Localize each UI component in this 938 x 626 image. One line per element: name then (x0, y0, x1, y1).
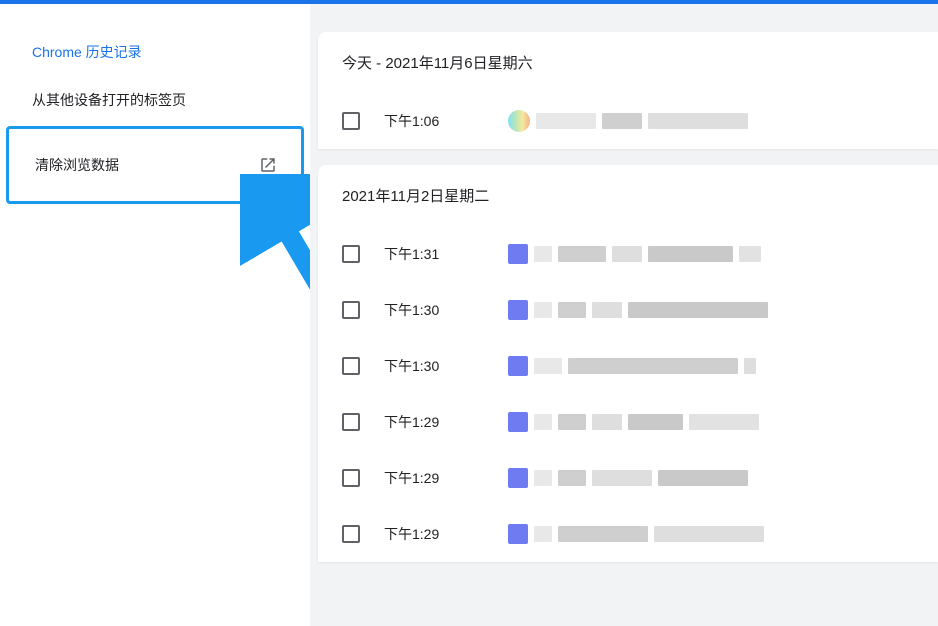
history-row-favicon (508, 244, 528, 264)
history-row-title-blurred (508, 412, 938, 432)
history-row-time: 下午1:31 (384, 244, 484, 264)
sidebar-item-chrome-history[interactable]: Chrome 历史记录 (0, 28, 310, 76)
clear-browsing-data-label: 清除浏览数据 (35, 155, 119, 175)
history-row-time: 下午1:29 (384, 412, 484, 432)
page-container: Chrome 历史记录 从其他设备打开的标签页 清除浏览数据 今天 - 2021… (0, 4, 938, 626)
blur-segment (592, 414, 622, 430)
history-row-title-blurred (508, 110, 938, 132)
blur-segment (628, 414, 683, 430)
history-row-favicon (508, 300, 528, 320)
blur-segment (602, 113, 642, 129)
sidebar: Chrome 历史记录 从其他设备打开的标签页 清除浏览数据 (0, 4, 310, 626)
history-row-checkbox[interactable] (342, 301, 360, 319)
open-external-icon (259, 156, 277, 174)
history-row-checkbox[interactable] (342, 469, 360, 487)
history-row-favicon (508, 110, 530, 132)
blur-segment (568, 358, 738, 374)
history-row-time: 下午1:29 (384, 468, 484, 488)
history-section: 今天 - 2021年11月6日星期六下午1:06 (318, 32, 938, 149)
history-row-time: 下午1:29 (384, 524, 484, 544)
history-row[interactable]: 下午1:29 (318, 394, 938, 450)
blur-segment (744, 358, 756, 374)
history-row-checkbox[interactable] (342, 112, 360, 130)
blur-segment (592, 302, 622, 318)
blur-segment (558, 470, 586, 486)
blur-segment (612, 246, 642, 262)
history-main-panel: 今天 - 2021年11月6日星期六下午1:062021年11月2日星期二下午1… (310, 4, 938, 626)
blur-segment (648, 113, 748, 129)
history-row-time: 下午1:06 (384, 111, 484, 131)
history-row-checkbox[interactable] (342, 525, 360, 543)
blur-segment (648, 246, 733, 262)
history-section: 2021年11月2日星期二下午1:31 下午1:30 下午1:30 下午1:29 下午1… (318, 165, 938, 562)
clear-browsing-data-button[interactable]: 清除浏览数据 (6, 126, 304, 204)
blur-segment (558, 526, 648, 542)
blur-segment (558, 246, 606, 262)
blur-segment (534, 470, 552, 486)
sidebar-item-tabs-from-other-devices[interactable]: 从其他设备打开的标签页 (0, 76, 310, 124)
history-row-title-blurred (508, 244, 938, 264)
history-section-header: 今天 - 2021年11月6日星期六 (318, 32, 938, 93)
history-row-title-blurred (508, 524, 938, 544)
blur-segment (654, 526, 764, 542)
history-row-favicon (508, 468, 528, 488)
history-row-favicon (508, 356, 528, 376)
history-row-checkbox[interactable] (342, 357, 360, 375)
sidebar-item-label: 从其他设备打开的标签页 (32, 90, 186, 110)
blur-segment (558, 302, 586, 318)
history-row-title-blurred (508, 468, 938, 488)
history-row-favicon (508, 412, 528, 432)
history-row-title-blurred (508, 300, 938, 320)
blur-segment (534, 526, 552, 542)
blur-segment (534, 358, 562, 374)
history-row-title-blurred (508, 356, 938, 376)
blur-segment (689, 414, 759, 430)
history-row[interactable]: 下午1:30 (318, 282, 938, 338)
history-row[interactable]: 下午1:30 (318, 338, 938, 394)
history-row[interactable]: 下午1:29 (318, 506, 938, 562)
blur-segment (628, 302, 768, 318)
history-section-header: 2021年11月2日星期二 (318, 165, 938, 226)
blur-segment (658, 470, 748, 486)
history-row-time: 下午1:30 (384, 300, 484, 320)
blur-segment (558, 414, 586, 430)
history-row[interactable]: 下午1:06 (318, 93, 938, 149)
blur-segment (739, 246, 761, 262)
blur-segment (534, 414, 552, 430)
blur-segment (534, 246, 552, 262)
history-row-time: 下午1:30 (384, 356, 484, 376)
blur-segment (534, 302, 552, 318)
history-row-checkbox[interactable] (342, 245, 360, 263)
history-row[interactable]: 下午1:29 (318, 450, 938, 506)
blur-segment (536, 113, 596, 129)
sidebar-item-label: Chrome 历史记录 (32, 42, 142, 62)
history-row-favicon (508, 524, 528, 544)
history-row[interactable]: 下午1:31 (318, 226, 938, 282)
blur-segment (592, 470, 652, 486)
history-row-checkbox[interactable] (342, 413, 360, 431)
